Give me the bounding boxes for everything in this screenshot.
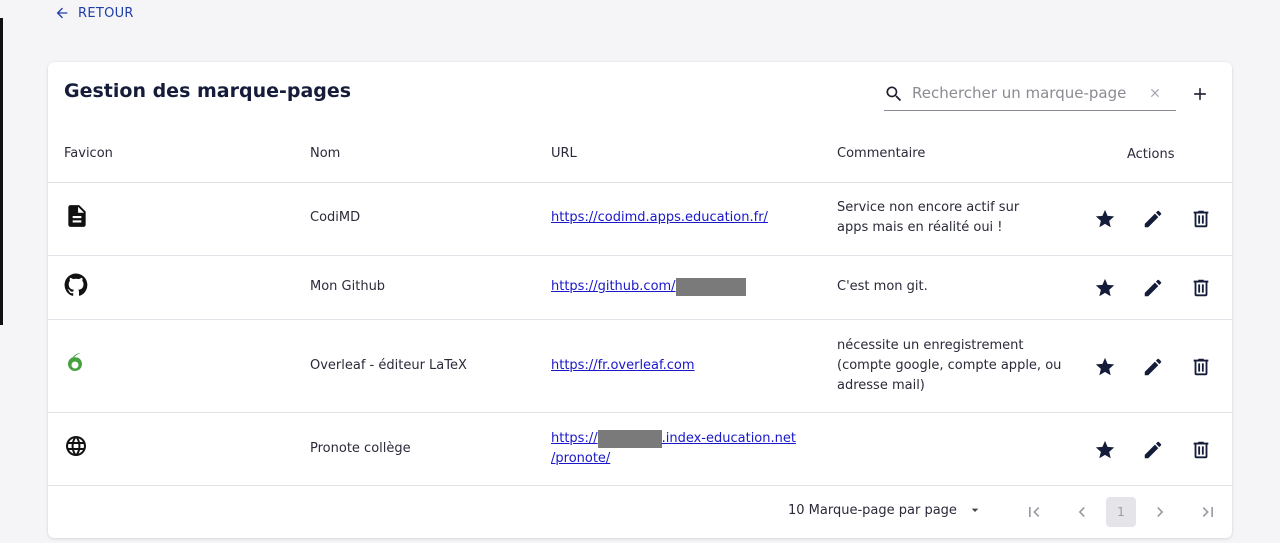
bookmark-name: Pronote collège: [310, 441, 411, 456]
bookmark-url: https://codimd.apps.education.fr/: [551, 208, 768, 228]
star-icon: [1095, 278, 1115, 297]
chevron-left-icon: [1078, 507, 1085, 517]
table-row: CodiMD https://codimd.apps.education.fr/…: [48, 183, 1232, 256]
last-page-button[interactable]: [1193, 497, 1223, 527]
table-row: Pronote collège https:// .index-education…: [48, 413, 1232, 486]
bookmark-url-link[interactable]: https://codimd.apps.education.fr/: [551, 210, 768, 225]
edit-button[interactable]: [1142, 356, 1164, 378]
row-actions: [1094, 439, 1212, 461]
delete-icon: [1193, 441, 1209, 459]
delete-button[interactable]: [1190, 208, 1212, 230]
column-header-actions: Actions: [1127, 147, 1175, 162]
edit-icon: [1144, 279, 1162, 297]
edit-button[interactable]: [1142, 208, 1164, 230]
globe-icon: [66, 436, 86, 456]
close-icon[interactable]: [1148, 86, 1162, 100]
column-header-url: URL: [551, 146, 577, 161]
star-icon: [1095, 209, 1115, 228]
current-page-button[interactable]: 1: [1106, 497, 1136, 527]
table-row: Overleaf - éditeur LaTeX https://fr.over…: [48, 320, 1232, 413]
bookmark-url: https://github.com/: [551, 277, 746, 297]
first-page-button[interactable]: [1019, 497, 1049, 527]
chevron-down-icon: [971, 508, 979, 512]
star-button[interactable]: [1094, 208, 1116, 230]
search-input[interactable]: [912, 82, 1126, 104]
delete-button[interactable]: [1190, 277, 1212, 299]
rows-per-page-label: 10 Marque-page par page: [788, 502, 957, 518]
bookmark-comment: Service non encore actif sur apps mais e…: [837, 200, 1020, 235]
star-button[interactable]: [1094, 277, 1116, 299]
overleaf-icon: [68, 353, 82, 371]
bookmark-comment: C'est mon git.: [837, 279, 928, 294]
url-part: https://: [551, 431, 598, 446]
bookmark-name: CodiMD: [310, 210, 361, 225]
rows-per-page-select[interactable]: 10 Marque-page par page: [788, 502, 983, 518]
search-field: [884, 78, 1176, 111]
row-actions: [1094, 277, 1212, 299]
table-row: Mon Github https://github.com/ C'est mon…: [48, 256, 1232, 320]
column-header-favicon: Favicon: [64, 146, 113, 161]
left-edge-rule: [0, 18, 3, 325]
document-icon: [68, 205, 86, 227]
url-part: /pronote/: [551, 451, 611, 466]
github-icon: [64, 273, 88, 296]
delete-button[interactable]: [1190, 439, 1212, 461]
bookmark-url: https:// .index-education.net/pronote/: [551, 429, 796, 469]
bookmarks-card: Gestion des marque-pages Favicon Nom URL…: [48, 62, 1232, 538]
edit-button[interactable]: [1142, 439, 1164, 461]
add-icon[interactable]: [1190, 84, 1210, 104]
chevron-right-icon: [1157, 507, 1164, 517]
previous-page-button[interactable]: [1067, 497, 1097, 527]
next-page-button[interactable]: [1145, 497, 1175, 527]
edit-icon: [1144, 210, 1162, 228]
star-button[interactable]: [1094, 356, 1116, 378]
back-link[interactable]: RETOUR: [54, 4, 134, 22]
column-header-name: Nom: [310, 146, 341, 161]
bookmark-url-link[interactable]: https:// .index-education.net/pronote/: [551, 429, 796, 466]
column-header-comment: Commentaire: [837, 146, 926, 161]
edit-icon: [1144, 358, 1162, 376]
last-page-icon: [1202, 507, 1213, 517]
delete-icon: [1193, 358, 1209, 376]
bookmark-url-link[interactable]: https://fr.overleaf.com: [551, 358, 695, 373]
row-actions: [1094, 356, 1212, 378]
star-icon: [1095, 357, 1115, 376]
row-actions: [1094, 208, 1212, 230]
table-footer: 10 Marque-page par page 1: [48, 486, 1232, 538]
page-title: Gestion des marque-pages: [64, 80, 352, 102]
arrow-left-icon: [56, 7, 68, 19]
first-page-icon: [1029, 507, 1040, 517]
url-part: .index-education.net: [661, 431, 796, 446]
edit-icon: [1144, 441, 1162, 459]
star-icon: [1095, 440, 1115, 459]
back-link-label: RETOUR: [78, 5, 134, 21]
search-icon: [886, 86, 902, 102]
bookmark-name: Overleaf - éditeur LaTeX: [310, 358, 467, 373]
bookmark-comment: nécessite un enregistrement (compte goog…: [837, 338, 1062, 393]
delete-button[interactable]: [1190, 356, 1212, 378]
star-button[interactable]: [1094, 439, 1116, 461]
delete-icon: [1193, 279, 1209, 297]
bookmark-name: Mon Github: [310, 279, 386, 294]
redacted-block: [597, 429, 662, 448]
redacted-block: [675, 277, 746, 296]
bookmark-url-link[interactable]: https://github.com/: [551, 279, 676, 294]
edit-button[interactable]: [1142, 277, 1164, 299]
bookmark-url: https://fr.overleaf.com: [551, 356, 695, 376]
delete-icon: [1193, 210, 1209, 228]
